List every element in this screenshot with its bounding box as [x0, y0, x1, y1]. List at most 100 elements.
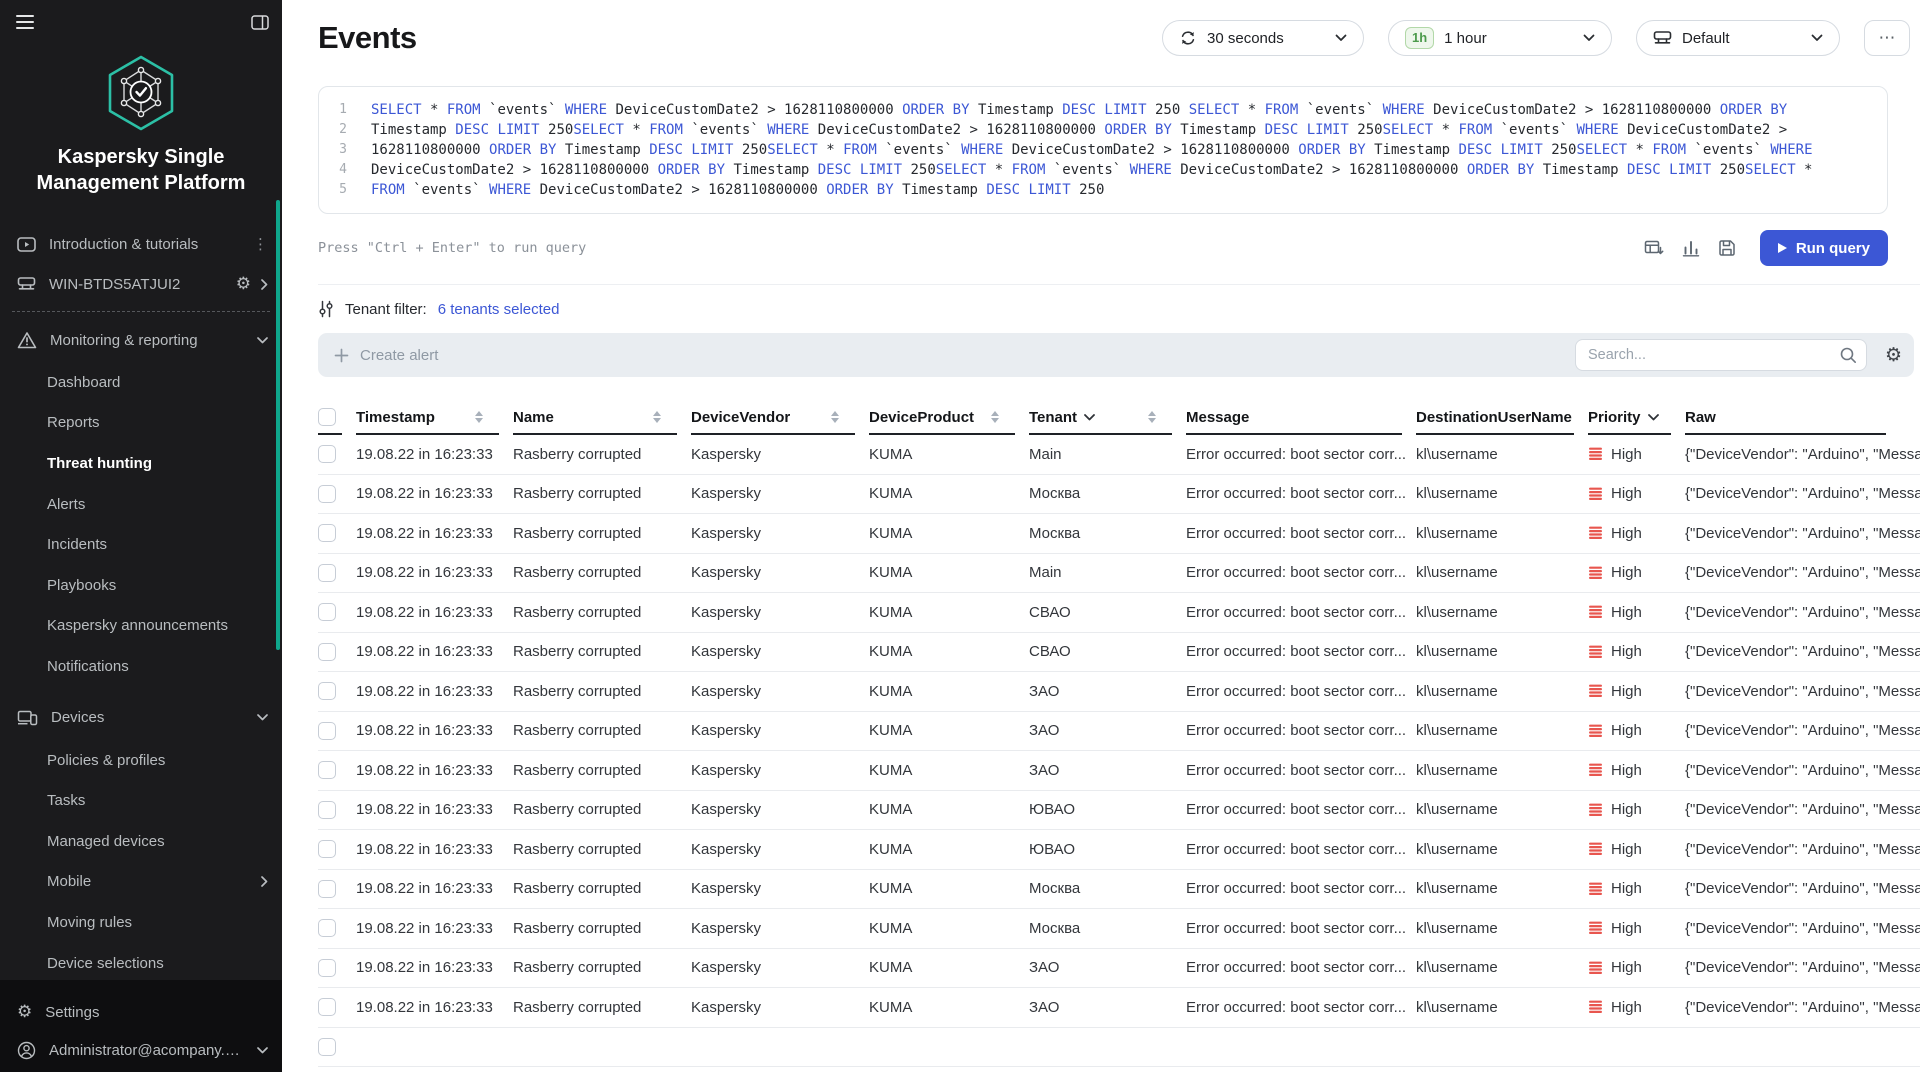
server-name: WIN-BTDS5ATJUI2 [49, 275, 181, 293]
cell-product: KUMA [869, 485, 913, 503]
table-row[interactable]: 19.08.22 in 16:23:33 Rasberry corrupted Ka… [318, 554, 1920, 593]
row-checkbox[interactable] [318, 603, 336, 622]
row-checkbox[interactable] [318, 563, 336, 582]
more-options-button[interactable]: ⋯ [1864, 20, 1910, 56]
table-row[interactable]: 19.08.22 in 16:23:33 Rasberry corrupted Ka… [318, 830, 1920, 870]
cell-product: KUMA [869, 643, 913, 661]
sidebar-item-alerts[interactable]: Alerts [0, 484, 282, 525]
cell-raw: {"DeviceVendor": "Arduino", "Messag [1685, 919, 1920, 937]
sort-arrows-icon[interactable] [653, 407, 661, 428]
select-all-checkbox[interactable] [318, 408, 336, 426]
cell-raw: {"DeviceVendor": "Arduino", "Messag [1685, 524, 1920, 542]
sidebar-item-tasks[interactable]: Tasks [0, 780, 282, 821]
query-line: 2 Timestamp DESC LIMIT 250SELECT * FROM `… [319, 120, 1877, 140]
cell-tenant: ЮВАО [1029, 840, 1076, 858]
row-checkbox[interactable] [318, 524, 336, 543]
cell-priority: High [1588, 475, 1685, 514]
sidebar-item-server[interactable]: WIN-BTDS5ATJUI2 ⚙ [0, 264, 282, 304]
filter-chevron-icon[interactable] [1084, 413, 1095, 421]
kebab-menu-icon[interactable]: ⋮ [253, 235, 268, 253]
sidebar-item-label: Device selections [47, 954, 164, 972]
table-row[interactable]: 19.08.22 in 16:23:33 Rasberry corrupted Ka… [318, 791, 1920, 830]
sort-arrows-icon[interactable] [991, 407, 999, 428]
table-row[interactable]: 19.08.22 in 16:23:33 Rasberry corrupted Ka… [318, 988, 1920, 1028]
table-settings-gear-icon[interactable]: ⚙ [1885, 345, 1902, 365]
priority-label: High [1611, 643, 1642, 661]
row-checkbox[interactable] [318, 879, 336, 898]
tenant-filter-link[interactable]: 6 tenants selected [438, 301, 560, 318]
cell-vendor: Kaspersky [691, 919, 762, 937]
row-checkbox[interactable] [318, 1037, 336, 1056]
cell-name: Rasberry corrupted [513, 880, 642, 898]
sort-arrows-icon[interactable] [831, 407, 839, 428]
table-row[interactable]: 19.08.22 in 16:23:33 Rasberry corrupted Ka… [318, 475, 1920, 514]
sidebar-item-devices[interactable]: Devices [0, 696, 282, 740]
row-checkbox[interactable] [318, 958, 336, 977]
chevron-right-icon[interactable] [261, 278, 268, 290]
sort-arrows-icon[interactable] [475, 407, 483, 428]
table-row[interactable]: 19.08.22 in 16:23:33 Rasberry corrupted Ka… [318, 949, 1920, 988]
sidebar-item-threat-hunting[interactable]: Threat hunting [0, 443, 282, 484]
table-row[interactable]: 19.08.22 in 16:23:33 Rasberry corrupted Ka… [318, 909, 1920, 949]
row-checkbox[interactable] [318, 840, 336, 859]
row-checkbox[interactable] [318, 800, 336, 819]
row-checkbox[interactable] [318, 682, 336, 701]
statistics-chart-icon[interactable] [1682, 239, 1700, 257]
server-settings-gear-icon[interactable]: ⚙ [236, 275, 251, 293]
export-table-icon[interactable] [1644, 239, 1664, 257]
refresh-interval-dropdown[interactable]: 30 seconds [1162, 20, 1364, 56]
sidebar-item-settings[interactable]: ⚙ Settings [0, 992, 282, 1032]
server-icon [17, 276, 36, 292]
table-row[interactable]: 19.08.22 in 16:23:33 Rasberry corrupted Ka… [318, 593, 1920, 633]
row-checkbox[interactable] [318, 642, 336, 661]
table-row[interactable]: 19.08.22 in 16:23:33 Rasberry corrupted Ka… [318, 435, 1920, 475]
time-range-dropdown[interactable]: 1h 1 hour [1388, 20, 1612, 56]
collapse-sidebar-icon[interactable] [251, 14, 269, 30]
priority-high-icon [1588, 882, 1603, 896]
sidebar-item-introduction-tutorials[interactable]: Introduction & tutorials ⋮ [0, 224, 282, 264]
table-row[interactable]: 19.08.22 in 16:23:33 Rasberry corrupted Ka… [318, 514, 1920, 554]
table-row[interactable]: 19.08.22 in 16:23:33 Rasberry corrupted Ka… [318, 672, 1920, 712]
save-query-icon[interactable] [1718, 239, 1736, 257]
row-checkbox[interactable] [318, 484, 336, 503]
cell-dest: kl\username [1416, 524, 1498, 542]
sidebar-item-dashboard[interactable]: Dashboard [0, 362, 282, 403]
row-checkbox[interactable] [318, 919, 336, 938]
query-editor[interactable]: 1 SELECT * FROM `events` WHERE DeviceCust… [318, 86, 1888, 214]
table-row[interactable] [318, 1028, 1920, 1067]
sidebar-item-policies-profiles[interactable]: Policies & profiles [0, 740, 282, 781]
sidebar-item-moving-rules[interactable]: Moving rules [0, 902, 282, 943]
sidebar-item-reports[interactable]: Reports [0, 403, 282, 444]
storage-dropdown[interactable]: Default [1636, 20, 1840, 56]
table-row[interactable]: 19.08.22 in 16:23:33 Rasberry corrupted Ka… [318, 633, 1920, 672]
sidebar-item-monitoring-reporting[interactable]: Monitoring & reporting [0, 318, 282, 362]
run-query-button[interactable]: Run query [1759, 230, 1888, 266]
sidebar-item-managed-devices[interactable]: Managed devices [0, 821, 282, 862]
sort-arrows-icon[interactable] [1148, 407, 1156, 428]
sidebar-item-mobile[interactable]: Mobile [0, 862, 282, 903]
table-row[interactable]: 19.08.22 in 16:23:33 Rasberry corrupted Ka… [318, 712, 1920, 751]
sidebar-item-incidents[interactable]: Incidents [0, 524, 282, 565]
sidebar-item-device-selections[interactable]: Device selections [0, 943, 282, 984]
table-row[interactable]: 19.08.22 in 16:23:33 Rasberry corrupted Ka… [318, 751, 1920, 791]
row-checkbox[interactable] [318, 445, 336, 464]
row-checkbox[interactable] [318, 761, 336, 780]
hamburger-menu-icon[interactable] [16, 12, 34, 32]
filter-chevron-icon[interactable] [1647, 413, 1659, 421]
sidebar-item-account[interactable]: Administrator@acompany.com [0, 1032, 282, 1068]
create-alert-button[interactable]: Create alert [334, 347, 438, 364]
sidebar-item-kaspersky-announcements[interactable]: Kaspersky announcements [0, 606, 282, 647]
cell-timestamp: 19.08.22 in 16:23:33 [356, 761, 493, 779]
row-checkbox[interactable] [318, 998, 336, 1017]
sidebar-item-notifications[interactable]: Notifications [0, 646, 282, 687]
search-input[interactable] [1574, 339, 1867, 371]
sidebar-item-label: Incidents [47, 536, 108, 554]
column-header-name: Name [513, 399, 691, 435]
row-checkbox[interactable] [318, 721, 336, 740]
table-row[interactable]: 19.08.22 in 16:23:33 Rasberry corrupted Ka… [318, 870, 1920, 909]
query-line: 3 1628110800000 ORDER BY Timestamp DESC L… [319, 140, 1877, 160]
sidebar-item-playbooks[interactable]: Playbooks [0, 565, 282, 606]
sidebar-scrollbar[interactable] [276, 200, 280, 650]
column-label: DestinationUserName [1416, 408, 1572, 426]
cell-tenant [1029, 1028, 1186, 1067]
